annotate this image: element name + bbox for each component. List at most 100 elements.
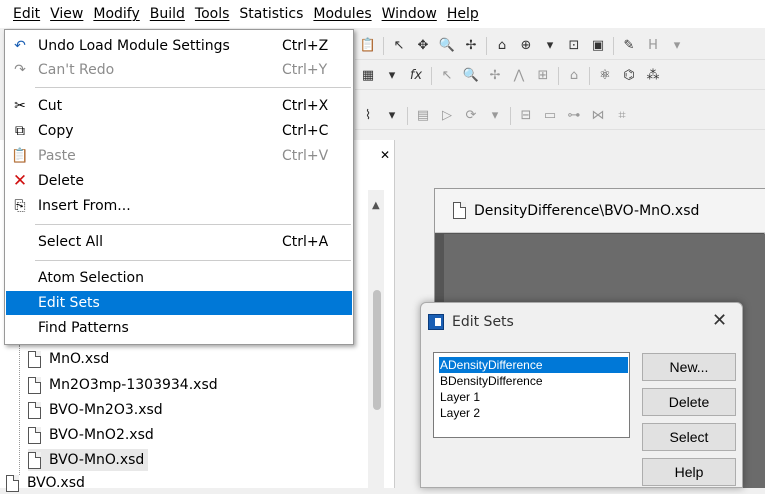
fit-icon[interactable]: ⊡ <box>565 37 583 55</box>
toolbar-row-1: 📋 ↖ ✥ 🔍 ✢ ⌂ ⊕ ▾ ⊡ ▣ ✎ H ▾ <box>355 32 765 60</box>
network-icon[interactable]: ⋈ <box>589 107 607 125</box>
structure-icon[interactable]: ⌗ <box>613 107 631 125</box>
undo-icon: ↶ <box>14 38 26 54</box>
cycle-icon[interactable]: ⟳ <box>462 107 480 125</box>
menu-help[interactable]: Help <box>442 0 484 28</box>
menu-bar: Edit View Modify Build Tools Statistics … <box>0 0 765 28</box>
toolbar-row-3: ⌇ ▾ ▤ ▷ ⟳ ▾ ⊟ ▭ ⊶ ⋈ ⌗ <box>355 102 765 130</box>
menu-item-paste: 📋 Paste Ctrl+V <box>6 144 352 168</box>
dropdown-icon[interactable]: ▾ <box>541 37 559 55</box>
scrollbar-thumb[interactable] <box>373 290 381 410</box>
file-icon <box>28 376 41 394</box>
dropdown-icon[interactable]: ▾ <box>668 37 686 55</box>
menu-item-insert-from[interactable]: ⎘ Insert From... <box>6 194 352 218</box>
sets-listbox[interactable]: ADensityDifference BDensityDifference La… <box>433 352 630 438</box>
crosshair-icon[interactable]: ⊕ <box>517 37 535 55</box>
menu-modules[interactable]: Modules <box>308 0 376 28</box>
tree-file-item[interactable]: MnO.xsd <box>28 348 109 370</box>
menu-item-select-all[interactable]: Select All Ctrl+A <box>6 230 352 254</box>
atoms-icon[interactable]: ⁂ <box>644 67 662 85</box>
file-icon <box>28 451 41 469</box>
rotate-icon[interactable]: ✥ <box>414 37 432 55</box>
menu-view[interactable]: View <box>45 0 88 28</box>
close-icon[interactable]: ✕ <box>712 310 727 331</box>
file-icon <box>28 401 41 419</box>
menu-item-redo: ↷ Can't Redo Ctrl+Y <box>6 58 352 82</box>
file-icon <box>453 202 466 219</box>
insert-icon: ⎘ <box>14 198 26 214</box>
list-item[interactable]: BDensityDifference <box>439 373 629 389</box>
menu-statistics[interactable]: Statistics <box>234 0 308 28</box>
pointer-icon[interactable]: ↖ <box>438 67 456 85</box>
menu-tools[interactable]: Tools <box>190 0 235 28</box>
tree-icon[interactable]: ⊟ <box>517 107 535 125</box>
menu-edit[interactable]: Edit <box>8 0 46 28</box>
menu-item-edit-sets[interactable]: Edit Sets <box>6 291 352 315</box>
grid-icon[interactable]: ▦ <box>359 67 377 85</box>
translate-icon[interactable]: ✢ <box>462 37 480 55</box>
molecule-icon[interactable]: ⚛ <box>596 67 614 85</box>
document-title-bar[interactable]: DensityDifference\BVO-MnO.xsd <box>435 189 765 233</box>
translate-icon[interactable]: ✢ <box>486 67 504 85</box>
edit-menu-dropdown: ↶ Undo Load Module Settings Ctrl+Z ↷ Can't … <box>4 29 354 345</box>
paste-icon: 📋 <box>11 148 29 164</box>
redo-icon: ↷ <box>14 62 26 78</box>
scroll-up-icon[interactable]: ▲ <box>372 200 380 211</box>
function-icon[interactable]: fx <box>407 67 425 85</box>
scissors-icon: ✂ <box>14 98 26 114</box>
home-icon[interactable]: ⌂ <box>493 37 511 55</box>
delete-set-button[interactable]: Delete <box>642 388 736 416</box>
dialog-title-bar[interactable]: Edit Sets <box>428 311 728 333</box>
list-item[interactable]: ADensityDifference <box>439 357 628 373</box>
dropdown-icon[interactable]: ▾ <box>486 107 504 125</box>
menu-build[interactable]: Build <box>145 0 190 28</box>
tree-file-item[interactable]: Mn2O3mp-1303934.xsd <box>28 374 218 396</box>
dropdown-icon[interactable]: ▾ <box>383 67 401 85</box>
select-set-button[interactable]: Select <box>642 423 736 451</box>
zoom-icon[interactable]: 🔍 <box>462 67 480 85</box>
flow-icon[interactable]: ⊶ <box>565 107 583 125</box>
list-item[interactable]: Layer 2 <box>439 405 629 421</box>
tree-file-item[interactable]: BVO-MnO2.xsd <box>28 424 154 446</box>
hydrogen-icon[interactable]: H <box>644 37 662 55</box>
menu-item-delete[interactable]: ✕ Delete <box>6 169 352 193</box>
file-icon <box>28 350 41 368</box>
menu-item-cut[interactable]: ✂ Cut Ctrl+X <box>6 94 352 118</box>
bond-icon[interactable]: ⌬ <box>620 67 638 85</box>
file-icon <box>6 474 19 492</box>
delete-x-icon: ✕ <box>12 171 28 191</box>
tree-file-item[interactable]: BVO-Mn2O3.xsd <box>28 399 163 421</box>
menu-separator <box>35 224 351 225</box>
home-icon[interactable]: ⌂ <box>565 67 583 85</box>
close-icon[interactable]: ✕ <box>380 148 390 162</box>
list-item[interactable]: Layer 1 <box>439 389 629 405</box>
menu-item-atom-selection[interactable]: Atom Selection <box>6 266 352 290</box>
help-button[interactable]: Help <box>642 458 736 486</box>
tree-file-item-selected[interactable]: BVO-MnO.xsd <box>28 449 149 471</box>
display-icon[interactable]: ▣ <box>589 37 607 55</box>
pointer-icon[interactable]: ↖ <box>390 37 408 55</box>
measure-icon[interactable]: ⋀ <box>510 67 528 85</box>
tree-connector <box>19 345 20 475</box>
file-icon <box>28 426 41 444</box>
menu-item-find-patterns[interactable]: Find Patterns <box>6 316 352 340</box>
menu-separator <box>35 87 351 88</box>
tree-file-item[interactable]: BVO.xsd <box>6 472 85 494</box>
menu-window[interactable]: Window <box>377 0 442 28</box>
paste-icon[interactable]: 📋 <box>359 37 377 55</box>
menu-item-copy[interactable]: ⧉ Copy Ctrl+C <box>6 119 352 143</box>
menu-separator <box>35 260 351 261</box>
dropdown-icon[interactable]: ▾ <box>383 107 401 125</box>
toolbar-row-2: ▦ ▾ fx ↖ 🔍 ✢ ⋀ ⊞ ⌂ ⚛ ⌬ ⁂ <box>355 62 765 90</box>
zoom-icon[interactable]: 🔍 <box>438 37 456 55</box>
menu-item-undo[interactable]: ↶ Undo Load Module Settings Ctrl+Z <box>6 34 352 58</box>
menu-modify[interactable]: Modify <box>88 0 144 28</box>
pencil-icon[interactable]: ✎ <box>620 37 638 55</box>
copy-icon: ⧉ <box>15 123 25 139</box>
align-icon[interactable]: ⊞ <box>534 67 552 85</box>
table-icon[interactable]: ▭ <box>541 107 559 125</box>
play-icon[interactable]: ▷ <box>438 107 456 125</box>
document-icon[interactable]: ▤ <box>414 107 432 125</box>
new-set-button[interactable]: New... <box>642 353 736 381</box>
sketch-icon[interactable]: ⌇ <box>359 107 377 125</box>
